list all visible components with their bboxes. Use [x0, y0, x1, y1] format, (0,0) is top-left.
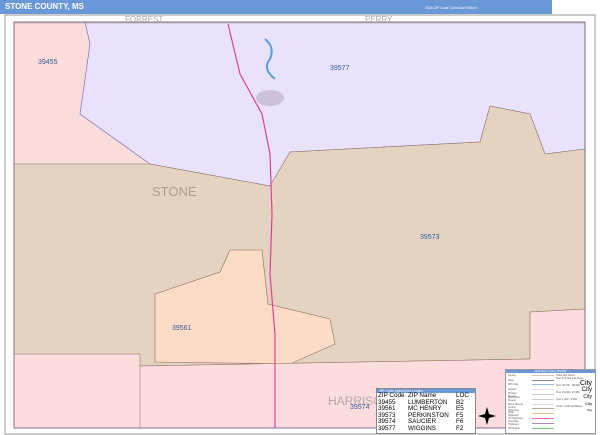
edition-label: 2026 ZIP Code ColorCast Edition: [425, 6, 477, 10]
county-label: STONE: [152, 184, 197, 199]
zip-label-39577: 39577: [330, 65, 350, 72]
map-legend: 2026 Stone County, MS Map County State ZIP…: [505, 369, 596, 434]
legend-item: Toll Roads: [506, 426, 556, 431]
map-title: STONE COUNTY, MS: [5, 2, 84, 11]
neighbor-label-forrest: FORREST: [125, 15, 163, 24]
header-bar: STONE COUNTY, MS 2026 ZIP Code ColorCast…: [0, 0, 600, 14]
zip-label-39455: 39455: [38, 59, 58, 66]
zip-label-39574: 39574: [350, 404, 370, 411]
logo: [552, 0, 600, 14]
table-row: 39577 WIGGINS F2: [378, 424, 464, 432]
zip-index-table: ZIP Code Index/Grid Locator ZIP Code ZIP …: [376, 388, 476, 434]
legend-pop-item: Over 100,000 and Above City: [556, 377, 592, 387]
legend-pop-item: Under 1,000 and Below City: [556, 405, 592, 412]
neighbor-label-perry: PERRY: [365, 15, 393, 24]
zip-label-39561: 39561: [172, 325, 192, 332]
zip-label-39573: 39573: [420, 234, 440, 241]
city-wiggins: [256, 90, 284, 106]
